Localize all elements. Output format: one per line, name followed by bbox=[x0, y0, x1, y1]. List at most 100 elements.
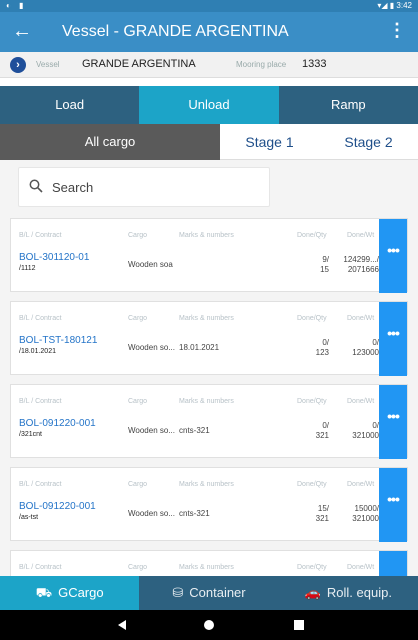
marks-value: 18.01.2021 bbox=[179, 343, 220, 352]
cargo-header: Cargo bbox=[128, 398, 148, 405]
cargo-header: Cargo bbox=[128, 232, 148, 239]
wt-header: Done/Wt bbox=[347, 232, 375, 239]
bol-number[interactable]: BOL-091220-001 bbox=[19, 418, 96, 429]
qty-header: Done/Qty bbox=[297, 481, 327, 488]
qty-header: Done/Qty bbox=[297, 232, 327, 239]
operation-tabs: Load Unload Ramp bbox=[0, 86, 418, 124]
tab-rolling-equipment[interactable]: 🚗 Roll. equip. bbox=[279, 576, 418, 610]
bol-number[interactable]: BOL-301120-01 bbox=[19, 252, 89, 263]
bol-suffix: /as-tst bbox=[19, 514, 39, 521]
search-input[interactable]: Search bbox=[18, 167, 270, 207]
marks-value: cnts-321 bbox=[179, 509, 210, 518]
cargo-card[interactable]: B/L / Contract Cargo Marks & numbers Don… bbox=[10, 218, 408, 293]
system-nav-bar bbox=[0, 610, 418, 640]
bol-header: B/L / Contract bbox=[19, 564, 62, 571]
cargo-name: Wooden so... bbox=[128, 426, 175, 435]
weight-total: 123000 bbox=[352, 348, 379, 357]
container-icon: ⛁ bbox=[172, 585, 184, 600]
search-icon bbox=[29, 179, 43, 193]
qty-total: 321 bbox=[315, 431, 329, 440]
marks-header: Marks & numbers bbox=[179, 315, 234, 322]
weight-total: 321000 bbox=[352, 514, 379, 523]
more-options-button[interactable]: ••• bbox=[379, 302, 407, 376]
page-title: Vessel - GRANDE ARGENTINA bbox=[62, 23, 289, 40]
bol-suffix: /18.01.2021 bbox=[19, 348, 56, 355]
bol-header: B/L / Contract bbox=[19, 481, 62, 488]
tab-gcargo-label: GCargo bbox=[58, 585, 104, 600]
bottom-tabs: ⛟ GCargo ⛁ Container 🚗 Roll. equip. bbox=[0, 576, 418, 610]
cargo-name: Wooden so... bbox=[128, 343, 175, 352]
expand-chevron-icon[interactable]: › bbox=[10, 57, 26, 73]
weight-done: 15000/ bbox=[354, 504, 379, 513]
vessel-value: GRANDE ARGENTINA bbox=[82, 58, 196, 70]
wt-header: Done/Wt bbox=[347, 481, 375, 488]
bol-header: B/L / Contract bbox=[19, 315, 62, 322]
status-right-icons: ▾◢ ▮ 3:42 bbox=[377, 1, 412, 10]
qty-total: 123 bbox=[315, 348, 329, 357]
tab-gcargo[interactable]: ⛟ GCargo bbox=[0, 576, 140, 610]
wt-header: Done/Wt bbox=[347, 564, 375, 571]
tab-container[interactable]: ⛁ Container bbox=[139, 576, 278, 610]
wt-header: Done/Wt bbox=[347, 315, 375, 322]
cargo-header: Cargo bbox=[128, 481, 148, 488]
tab-all-cargo[interactable]: All cargo bbox=[0, 124, 220, 160]
tab-stage-1[interactable]: Stage 1 bbox=[220, 124, 319, 160]
marks-header: Marks & numbers bbox=[179, 564, 234, 571]
marks-header: Marks & numbers bbox=[179, 398, 234, 405]
wt-header: Done/Wt bbox=[347, 398, 375, 405]
marks-header: Marks & numbers bbox=[179, 481, 234, 488]
pallet-icon: ⛟ bbox=[35, 585, 53, 600]
qty-header: Done/Qty bbox=[297, 398, 327, 405]
qty-total: 15 bbox=[320, 265, 329, 274]
weight-total: 321000 bbox=[352, 431, 379, 440]
status-left-icons: ◐ ▮ bbox=[6, 1, 27, 10]
qty-done: 0/ bbox=[322, 421, 329, 430]
search-placeholder: Search bbox=[52, 180, 94, 195]
more-options-button[interactable] bbox=[379, 551, 407, 576]
search-area: Search bbox=[0, 160, 418, 214]
cargo-card[interactable]: B/L / Contract Cargo Marks & numbers Don… bbox=[10, 550, 408, 576]
marks-header: Marks & numbers bbox=[179, 232, 234, 239]
bol-suffix: /1112 bbox=[19, 265, 36, 272]
cargo-header: Cargo bbox=[128, 564, 148, 571]
tab-stage-2[interactable]: Stage 2 bbox=[319, 124, 418, 160]
qty-done: 0/ bbox=[322, 338, 329, 347]
tab-unload[interactable]: Unload bbox=[139, 86, 279, 124]
qty-total: 321 bbox=[315, 514, 329, 523]
marks-value: cnts-321 bbox=[179, 426, 210, 435]
cargo-name: Wooden soa bbox=[128, 260, 173, 269]
bol-header: B/L / Contract bbox=[19, 232, 62, 239]
nav-home-icon[interactable] bbox=[204, 620, 214, 630]
weight-done: 124299.../ bbox=[343, 255, 379, 264]
app-bar: ← Vessel - GRANDE ARGENTINA ⋮ bbox=[0, 12, 418, 52]
qty-header: Done/Qty bbox=[297, 315, 327, 322]
weight-done: 0/ bbox=[372, 338, 379, 347]
nav-recents-icon[interactable] bbox=[294, 620, 304, 630]
weight-done: 0/ bbox=[372, 421, 379, 430]
cargo-card[interactable]: B/L / Contract Cargo Marks & numbers Don… bbox=[10, 384, 408, 459]
vessel-label: Vessel bbox=[36, 60, 60, 69]
mooring-label: Mooring place bbox=[236, 60, 287, 69]
cargo-name: Wooden so... bbox=[128, 509, 175, 518]
bol-header: B/L / Contract bbox=[19, 398, 62, 405]
overflow-menu-icon[interactable]: ⋮ bbox=[388, 20, 406, 41]
tab-load[interactable]: Load bbox=[0, 86, 140, 124]
qty-done: 9/ bbox=[322, 255, 329, 264]
car-icon: 🚗 bbox=[304, 585, 321, 600]
bol-number[interactable]: BOL-TST-180121 bbox=[19, 335, 97, 346]
tab-ramp[interactable]: Ramp bbox=[278, 86, 418, 124]
more-options-button[interactable]: ••• bbox=[379, 468, 407, 542]
bol-number[interactable]: BOL-091220-001 bbox=[19, 501, 96, 512]
weight-total: 2071666 bbox=[347, 265, 379, 274]
more-options-button[interactable]: ••• bbox=[379, 385, 407, 459]
bol-suffix: /321cnt bbox=[19, 431, 42, 438]
back-arrow-icon[interactable]: ← bbox=[12, 20, 32, 42]
stage-tabs: All cargo Stage 1 Stage 2 bbox=[0, 124, 418, 160]
status-bar: ◐ ▮ ▾◢ ▮ 3:42 bbox=[0, 0, 418, 12]
cargo-card[interactable]: B/L / Contract Cargo Marks & numbers Don… bbox=[10, 467, 408, 542]
vessel-info-bar: › Vessel GRANDE ARGENTINA Mooring place … bbox=[0, 52, 418, 78]
cargo-card[interactable]: B/L / Contract Cargo Marks & numbers Don… bbox=[10, 301, 408, 376]
nav-back-icon[interactable] bbox=[118, 620, 126, 630]
tab-container-label: Container bbox=[189, 585, 246, 600]
more-options-button[interactable]: ••• bbox=[379, 219, 407, 293]
